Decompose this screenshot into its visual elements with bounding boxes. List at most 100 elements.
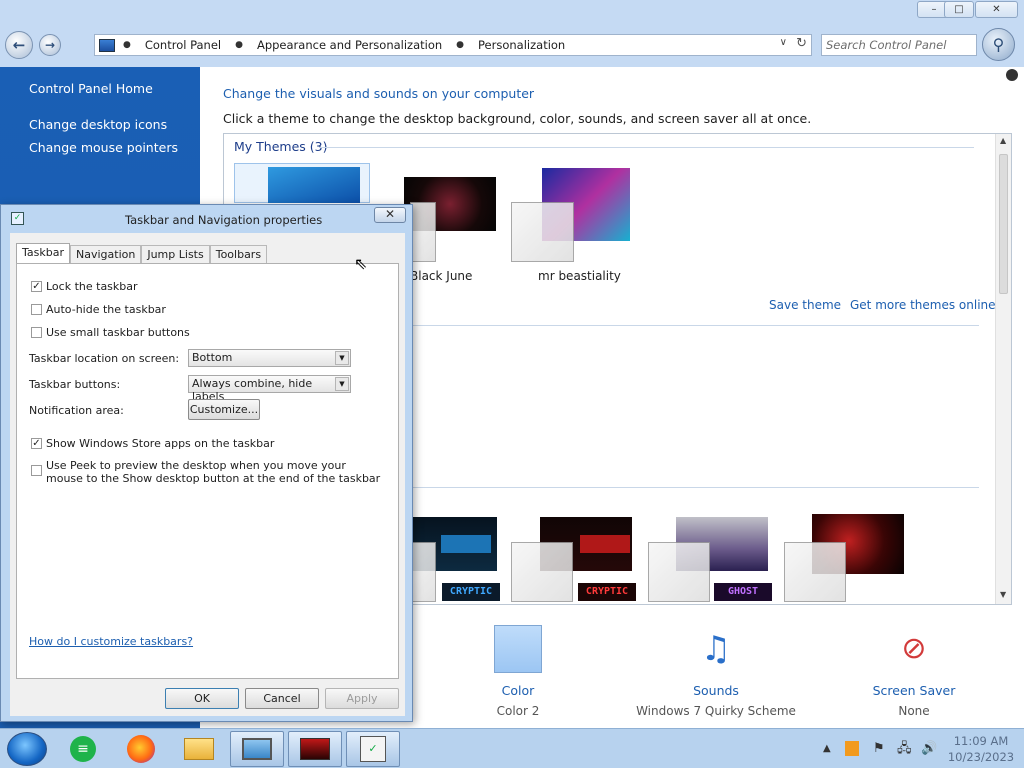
my-themes-heading: My Themes (3) — [234, 139, 328, 154]
address-dropdown-icon[interactable]: ∨ — [780, 37, 787, 48]
theme-label-cryptic-red: CRYPTIC — [578, 583, 636, 601]
firefox-icon — [127, 735, 155, 763]
color-setting[interactable]: Color Color 2 — [438, 625, 598, 718]
lock-taskbar-checkbox[interactable]: ✓ Lock the taskbar — [31, 280, 138, 293]
taskbar-app-taskbar-properties[interactable]: ✓ — [346, 731, 400, 767]
store-apps-checkbox[interactable]: ✓ Show Windows Store apps on the taskbar — [31, 437, 274, 450]
help-link[interactable]: How do I customize taskbars? — [29, 635, 193, 648]
tray-app-icon[interactable] — [845, 729, 859, 768]
action-center-flag-icon[interactable]: ⚑ — [873, 729, 885, 768]
cancel-button[interactable]: Cancel — [245, 688, 319, 709]
forward-button[interactable]: → — [39, 34, 61, 56]
breadcrumb-separator-icon: ● — [456, 40, 465, 50]
tab-jump-lists[interactable]: Jump Lists — [141, 245, 210, 264]
apply-button[interactable]: Apply — [325, 688, 399, 709]
clock-date: 10/23/2023 — [947, 750, 1015, 764]
sidebar-item-desktop-icons[interactable]: Change desktop icons — [29, 117, 167, 132]
sounds-label[interactable]: Sounds — [636, 683, 796, 698]
checkbox-unchecked-icon — [31, 327, 42, 338]
sounds-setting[interactable]: ♫ Sounds Windows 7 Quirky Scheme — [636, 625, 796, 718]
save-theme-link[interactable]: Save theme — [769, 298, 841, 312]
taskbar-tab-panel: ✓ Lock the taskbar Auto-hide the taskbar… — [16, 263, 399, 679]
breadcrumb-separator-icon: ● — [123, 40, 131, 50]
sidebar-item-control-panel-home[interactable]: Control Panel Home — [29, 81, 153, 96]
network-icon[interactable]: 🖧 — [897, 729, 912, 768]
peek-checkbox[interactable]: Use Peek to preview the desktop when you… — [31, 459, 381, 485]
screensaver-label[interactable]: Screen Saver — [834, 683, 994, 698]
breadcrumb-appearance[interactable]: Appearance and Personalization — [257, 38, 442, 52]
location-label: Taskbar location on screen: — [29, 352, 180, 365]
chevron-down-icon: ▼ — [335, 377, 349, 391]
taskbar-app-personalization[interactable] — [230, 731, 284, 767]
maximize-button[interactable]: □ — [944, 1, 974, 18]
user-avatar-icon — [1006, 69, 1018, 81]
dialog-close-button[interactable]: ✕ — [374, 207, 406, 223]
mouse-cursor-icon: ⇖ — [354, 254, 368, 273]
close-button[interactable]: ✕ — [975, 1, 1018, 18]
theme-label-cryptic-blue: CRYPTIC — [442, 583, 500, 601]
customize-button[interactable]: Customize... — [188, 399, 260, 420]
taskbar-buttons-select[interactable]: Always combine, hide labels ▼ — [188, 375, 351, 403]
themes-scrollbar[interactable]: ▲ ▼ — [995, 134, 1011, 604]
taskbar-app-firefox[interactable] — [114, 731, 168, 767]
theme-thumbnail-selected[interactable] — [234, 163, 370, 203]
clock[interactable]: 11:09 AM 10/23/2023 — [946, 733, 1016, 765]
lock-taskbar-label: Lock the taskbar — [46, 280, 138, 293]
taskbar-properties-icon: ✓ — [360, 736, 386, 762]
taskbar-app-explorer[interactable] — [172, 731, 226, 767]
search-input[interactable]: Search Control Panel — [821, 34, 977, 56]
tab-navigation[interactable]: Navigation — [70, 245, 142, 264]
breadcrumb-personalization[interactable]: Personalization — [478, 38, 565, 52]
get-more-themes-link[interactable]: Get more themes online — [850, 298, 996, 312]
auto-hide-checkbox[interactable]: Auto-hide the taskbar — [31, 303, 166, 316]
breadcrumb-control-panel[interactable]: Control Panel — [145, 38, 221, 52]
address-field[interactable]: ● Control Panel ● Appearance and Persona… — [94, 34, 812, 56]
peek-label: Use Peek to preview the desktop when you… — [46, 459, 381, 485]
taskbar: ≡ ✓ ▲ ⚑ 🖧 🔊 11:09 AM 10/23/2023 — [0, 728, 1024, 768]
theme-color-swatch — [648, 542, 710, 602]
clock-time: 11:09 AM — [953, 734, 1009, 748]
small-buttons-label: Use small taskbar buttons — [46, 326, 190, 339]
start-button[interactable] — [7, 732, 47, 766]
show-hidden-icons[interactable]: ▲ — [823, 729, 831, 768]
screensaver-setting[interactable]: ⊘ Screen Saver None — [834, 625, 994, 718]
scrollbar-thumb[interactable] — [999, 154, 1008, 294]
theme-label-ghost: GHOST — [714, 583, 772, 601]
tab-taskbar[interactable]: Taskbar — [16, 243, 70, 264]
scroll-up-icon[interactable]: ▲ — [1000, 136, 1006, 145]
media-app-icon — [300, 738, 330, 760]
refresh-icon[interactable]: ↻ — [796, 36, 807, 51]
theme-color-swatch — [784, 542, 846, 602]
small-buttons-checkbox[interactable]: Use small taskbar buttons — [31, 326, 190, 339]
theme-color-swatch — [410, 202, 436, 262]
tab-toolbars[interactable]: Toolbars — [209, 245, 268, 264]
color-value: Color 2 — [496, 704, 540, 718]
store-apps-label: Show Windows Store apps on the taskbar — [46, 437, 275, 450]
search-icon: ⚲ — [992, 35, 1005, 54]
back-arrow-icon: ← — [12, 36, 26, 54]
sidebar-item-mouse-pointers[interactable]: Change mouse pointers — [29, 140, 178, 155]
notification-label: Notification area: — [29, 404, 124, 417]
checkbox-checked-icon: ✓ — [31, 438, 42, 449]
location-select[interactable]: Bottom ▼ — [188, 349, 351, 367]
breadcrumb-separator-icon: ● — [235, 40, 243, 50]
theme-name-black-june[interactable]: Black June — [410, 269, 472, 283]
theme-name-mr-beastiality[interactable]: mr beastiality — [538, 269, 621, 283]
search-button[interactable]: ⚲ — [982, 28, 1015, 61]
theme-color-swatch — [511, 542, 573, 602]
buttons-label: Taskbar buttons: — [29, 378, 121, 391]
checkbox-unchecked-icon — [31, 304, 42, 315]
scroll-down-icon[interactable]: ▼ — [1000, 590, 1006, 599]
back-button[interactable]: ← — [5, 31, 33, 59]
taskbar-app-notes[interactable]: ≡ — [56, 731, 110, 767]
color-label[interactable]: Color — [438, 683, 598, 698]
volume-icon[interactable]: 🔊 — [921, 729, 937, 768]
address-bar-region: ← → ● Control Panel ● Appearance and Per… — [0, 20, 1024, 67]
forward-arrow-icon: → — [44, 38, 56, 52]
taskbar-app-media[interactable] — [288, 731, 342, 767]
color-swatch-icon — [494, 625, 542, 673]
screensaver-icon: ⊘ — [901, 631, 927, 666]
theme-color-swatch — [410, 542, 436, 602]
dialog-title-bar[interactable]: ✓ Taskbar and Navigation properties ✕ — [1, 205, 412, 233]
ok-button[interactable]: OK — [165, 688, 239, 709]
